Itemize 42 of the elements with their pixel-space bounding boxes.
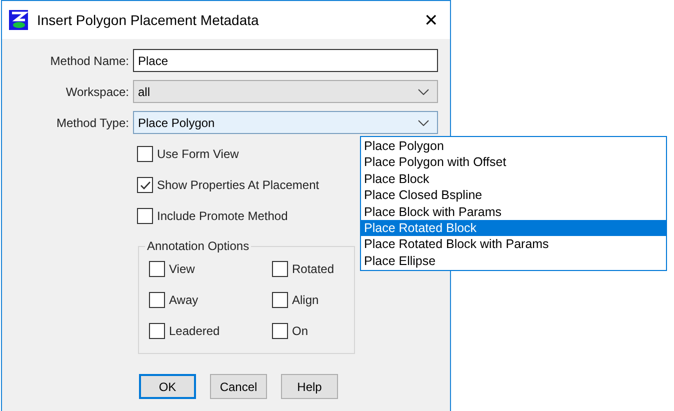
field-label: Method Type: xyxy=(56,114,130,132)
chevron-down-icon xyxy=(418,120,429,126)
checkbox-label: View xyxy=(169,261,195,278)
checkbox[interactable] xyxy=(137,146,153,162)
checkbox[interactable] xyxy=(137,177,153,193)
checkbox-label: On xyxy=(292,323,308,340)
checkbox[interactable] xyxy=(149,292,165,308)
dialog-button[interactable]: Cancel xyxy=(210,374,267,399)
chevron-down-icon xyxy=(418,88,429,94)
checkbox-label: Include Promote Method xyxy=(157,208,288,225)
close-button[interactable]: ✕ xyxy=(424,12,438,28)
check-icon xyxy=(140,180,150,190)
method-name-field[interactable]: Place xyxy=(133,49,438,72)
field-label: Method Name: xyxy=(49,52,130,70)
field-label: Workspace: xyxy=(64,84,130,100)
dropdown[interactable]: Place Polygon xyxy=(133,111,438,134)
dropdown-option[interactable]: Place Block xyxy=(361,170,666,188)
dialog-button[interactable]: OK xyxy=(139,374,196,399)
app-icon xyxy=(9,10,28,30)
checkbox-label: Align xyxy=(292,292,319,309)
checkbox[interactable] xyxy=(137,208,153,224)
checkbox[interactable] xyxy=(272,292,288,308)
dropdown-option[interactable]: Place Block with Params xyxy=(361,204,666,220)
dropdown-option[interactable]: Place Ellipse xyxy=(361,252,666,270)
dropdown-option[interactable]: Place Rotated Block with Params xyxy=(361,236,666,253)
checkbox[interactable] xyxy=(149,323,165,339)
dropdown[interactable]: all xyxy=(133,80,438,103)
checkbox[interactable] xyxy=(272,261,288,277)
dropdown-option[interactable]: Place Polygon xyxy=(361,138,666,154)
checkbox-label: Leadered xyxy=(169,323,220,340)
checkbox-label: Rotated xyxy=(292,261,334,278)
dropdown-option[interactable]: Place Closed Bspline xyxy=(361,187,666,204)
checkbox-label: Show Properties At Placement xyxy=(157,177,320,194)
dialog-button[interactable]: Help xyxy=(281,374,338,399)
dropdown-option[interactable]: Place Rotated Block xyxy=(361,220,666,236)
checkbox[interactable] xyxy=(272,323,288,339)
group-title: Annotation Options xyxy=(145,238,252,254)
checkbox-label: Use Form View xyxy=(157,146,239,163)
checkbox[interactable] xyxy=(149,261,165,277)
window-title: Insert Polygon Placement Metadata xyxy=(37,10,259,30)
dropdown-option[interactable]: Place Polygon with Offset xyxy=(361,154,666,171)
checkbox-label: Away xyxy=(169,292,198,309)
